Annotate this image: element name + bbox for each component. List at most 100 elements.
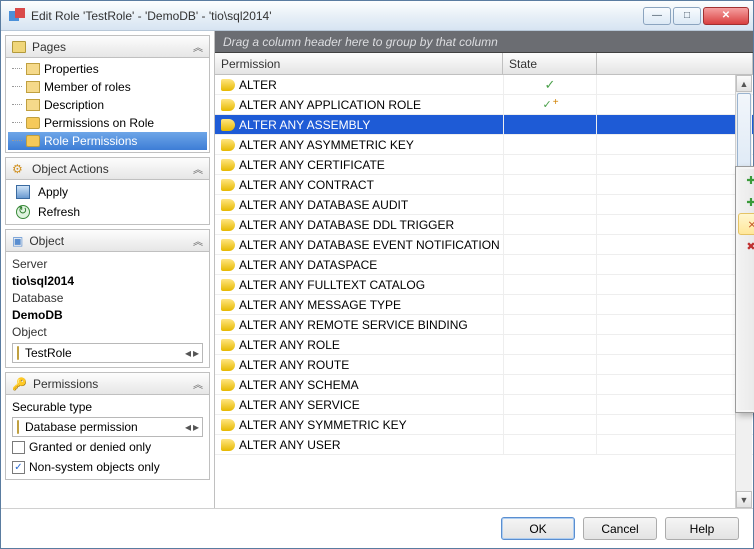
table-row[interactable]: ALTER ANY FULLTEXT CATALOG — [215, 275, 753, 295]
grid-body[interactable]: ALTER✓ALTER ANY APPLICATION ROLE✓ALTER A… — [215, 75, 753, 508]
state-cell[interactable] — [503, 235, 597, 254]
nonsystem-only-checkbox[interactable] — [12, 461, 25, 474]
state-cell[interactable] — [503, 175, 597, 194]
table-row[interactable]: ALTER ANY ROUTE — [215, 355, 753, 375]
permission-cell: ALTER — [239, 78, 503, 92]
object-label: Object — [12, 324, 203, 341]
database-icon — [17, 420, 19, 434]
cancel-button[interactable]: Cancel — [583, 517, 657, 540]
table-row[interactable]: ALTER ANY ASSEMBLY — [215, 115, 753, 135]
securable-type-select[interactable]: ◂▸ — [12, 417, 203, 437]
titlebar: Edit Role 'TestRole' - 'DemoDB' - 'tio\s… — [1, 1, 753, 31]
maximize-button[interactable]: □ — [673, 7, 701, 25]
permission-cell: ALTER ANY MESSAGE TYPE — [239, 298, 503, 312]
database-label: Database — [12, 290, 203, 307]
state-cell[interactable] — [503, 395, 597, 414]
database-value: DemoDB — [12, 307, 203, 324]
col-permission[interactable]: Permission — [215, 53, 503, 74]
minimize-button[interactable]: — — [643, 7, 671, 25]
table-row[interactable]: ALTER✓ — [215, 75, 753, 95]
object-input[interactable] — [23, 344, 182, 362]
table-row[interactable]: ALTER ANY SYMMETRIC KEY — [215, 415, 753, 435]
menu-revoke-all[interactable]: Revoke All — [738, 308, 754, 330]
menu-grant-all-option[interactable]: Grant All with Grant Option — [738, 286, 754, 308]
granted-only-row[interactable]: Granted or denied only — [8, 437, 207, 457]
key-icon — [221, 199, 235, 211]
page-description[interactable]: Description — [8, 96, 207, 114]
table-row[interactable]: ALTER ANY SERVICE — [215, 395, 753, 415]
state-cell[interactable] — [503, 315, 597, 334]
role-icon — [17, 346, 19, 360]
table-row[interactable]: ALTER ANY CONTRACT — [215, 175, 753, 195]
menu-effective-permissions[interactable]: Effective Permissions... — [738, 388, 754, 410]
state-cell[interactable] — [503, 275, 597, 294]
permission-cell: ALTER ANY USER — [239, 438, 503, 452]
col-state[interactable]: State — [503, 53, 597, 74]
table-row[interactable]: ALTER ANY DATASPACE — [215, 255, 753, 275]
next-object-button[interactable]: ▸ — [193, 345, 199, 362]
state-cell[interactable] — [503, 135, 597, 154]
refresh-icon — [16, 205, 30, 219]
state-cell[interactable] — [503, 115, 597, 134]
prev-securable-button[interactable]: ◂ — [185, 420, 191, 434]
table-row[interactable]: ALTER ANY MESSAGE TYPE — [215, 295, 753, 315]
apply-action[interactable]: Apply — [8, 182, 207, 202]
menu-grant-all[interactable]: Grant All — [738, 264, 754, 286]
folder-icon — [12, 41, 26, 53]
table-row[interactable]: ALTER ANY USER — [215, 435, 753, 455]
group-by-bar[interactable]: Drag a column header here to group by th… — [215, 31, 753, 53]
state-cell[interactable] — [503, 295, 597, 314]
state-cell[interactable]: ✓ — [503, 95, 597, 114]
permission-cell: ALTER ANY SCHEMA — [239, 378, 503, 392]
table-row[interactable]: ALTER ANY REMOTE SERVICE BINDING — [215, 315, 753, 335]
collapse-icon: ︽ — [193, 39, 203, 54]
state-cell[interactable] — [503, 415, 597, 434]
menu-revoke[interactable]: ⨯Revoke — [738, 213, 754, 235]
table-row[interactable]: ALTER ANY DATABASE EVENT NOTIFICATION — [215, 235, 753, 255]
state-cell[interactable] — [503, 155, 597, 174]
state-cell[interactable] — [503, 255, 597, 274]
menu-deny[interactable]: ✖Deny — [738, 235, 754, 257]
table-row[interactable]: ALTER ANY DATABASE DDL TRIGGER — [215, 215, 753, 235]
state-cell[interactable] — [503, 375, 597, 394]
table-row[interactable]: ALTER ANY ASYMMETRIC KEY — [215, 135, 753, 155]
deny-icon: ✖ — [743, 238, 754, 254]
key-icon — [221, 439, 235, 451]
nonsystem-only-row[interactable]: Non-system objects only — [8, 457, 207, 477]
object-selector[interactable]: ◂▸ — [12, 343, 203, 363]
state-cell[interactable] — [503, 355, 597, 374]
key-icon — [221, 219, 235, 231]
state-cell[interactable] — [503, 195, 597, 214]
menu-deny-all[interactable]: Deny All — [738, 330, 754, 352]
table-row[interactable]: ALTER ANY ROLE — [215, 335, 753, 355]
table-row[interactable]: ALTER ANY APPLICATION ROLE✓ — [215, 95, 753, 115]
page-member-of-roles[interactable]: Member of roles — [8, 78, 207, 96]
ok-button[interactable]: OK — [501, 517, 575, 540]
refresh-action[interactable]: Refresh — [8, 202, 207, 222]
page-role-permissions[interactable]: Role Permissions — [8, 132, 207, 150]
help-button[interactable]: Help — [665, 517, 739, 540]
page-permissions-on-role[interactable]: Permissions on Role — [8, 114, 207, 132]
state-cell[interactable] — [503, 435, 597, 454]
permissions-header[interactable]: 🔑 Permissions ︽ — [6, 373, 209, 395]
state-cell[interactable] — [503, 215, 597, 234]
object-actions-header[interactable]: ⚙ Object Actions ︽ — [6, 158, 209, 180]
close-button[interactable]: ✕ — [703, 7, 749, 25]
menu-grant[interactable]: ✚Grant — [738, 169, 754, 191]
state-cell[interactable] — [503, 335, 597, 354]
table-row[interactable]: ALTER ANY CERTIFICATE — [215, 155, 753, 175]
state-cell[interactable]: ✓ — [503, 75, 597, 94]
granted-only-checkbox[interactable] — [12, 441, 25, 454]
table-row[interactable]: ALTER ANY SCHEMA — [215, 375, 753, 395]
prev-object-button[interactable]: ◂ — [185, 345, 191, 362]
page-properties[interactable]: Properties — [8, 60, 207, 78]
object-header[interactable]: ▣ Object ︽ — [6, 230, 209, 252]
menu-grant-with-option[interactable]: ✚Grant with Grant Option — [738, 191, 754, 213]
next-securable-button[interactable]: ▸ — [193, 420, 199, 434]
scroll-down-button[interactable]: ▼ — [736, 491, 752, 508]
pages-header[interactable]: Pages ︽ — [6, 36, 209, 58]
scroll-up-button[interactable]: ▲ — [736, 75, 752, 92]
securable-type-input[interactable] — [23, 418, 182, 436]
table-row[interactable]: ALTER ANY DATABASE AUDIT — [215, 195, 753, 215]
server-label: Server — [12, 256, 203, 273]
